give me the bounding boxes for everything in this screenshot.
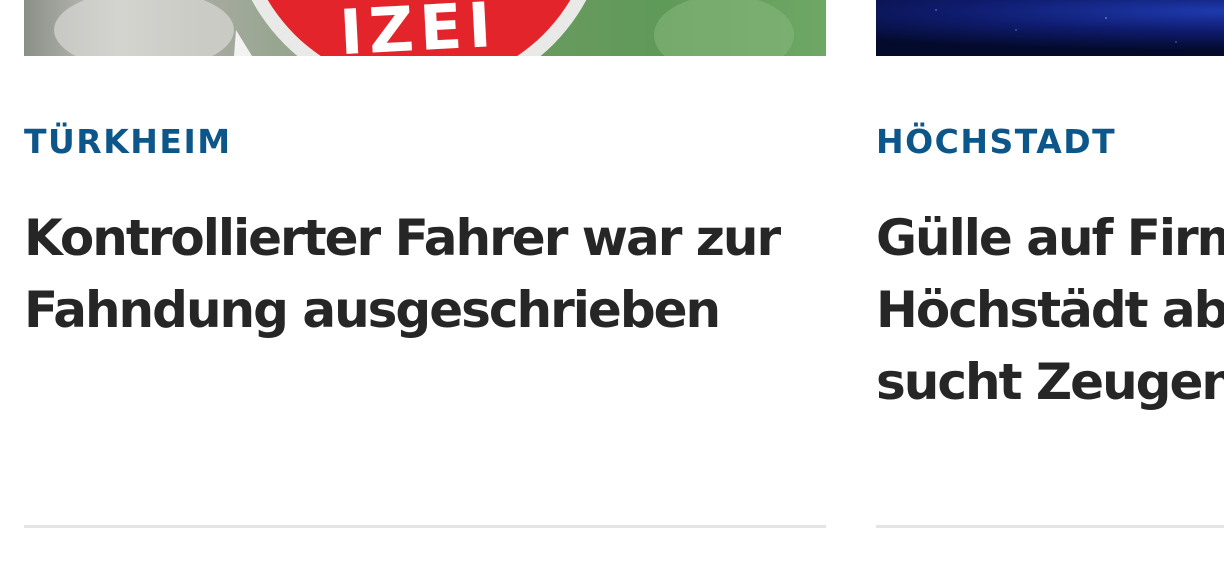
teaser-grid: IZEI TÜRKHEIM Kontrollierter Fahrer war … — [0, 0, 1224, 565]
card-divider — [876, 525, 1224, 528]
headline-line[interactable]: Fahndung ausgeschrieben — [24, 281, 721, 339]
card-divider — [24, 525, 826, 528]
article-image-police-sign[interactable]: IZEI — [24, 0, 826, 56]
article-location[interactable]: TÜRKHEIM — [24, 122, 232, 162]
sign-lettering: IZEI — [338, 0, 499, 56]
article-image[interactable] — [876, 0, 1224, 56]
article-headline[interactable]: Kontrollierter Fahrer war zur Fahndung a… — [24, 202, 781, 346]
headline-line[interactable]: sucht Zeugen — [876, 353, 1224, 411]
headline-line[interactable]: Kontrollierter Fahrer war zur — [24, 209, 781, 267]
article-location[interactable]: HÖCHSTADT — [876, 122, 1116, 162]
headline-line[interactable]: Höchstädt ab — [876, 281, 1224, 339]
article-headline[interactable]: Gülle auf Firm Höchstädt ab sucht Zeugen — [876, 202, 1224, 418]
headline-line[interactable]: Gülle auf Firm — [876, 209, 1224, 267]
